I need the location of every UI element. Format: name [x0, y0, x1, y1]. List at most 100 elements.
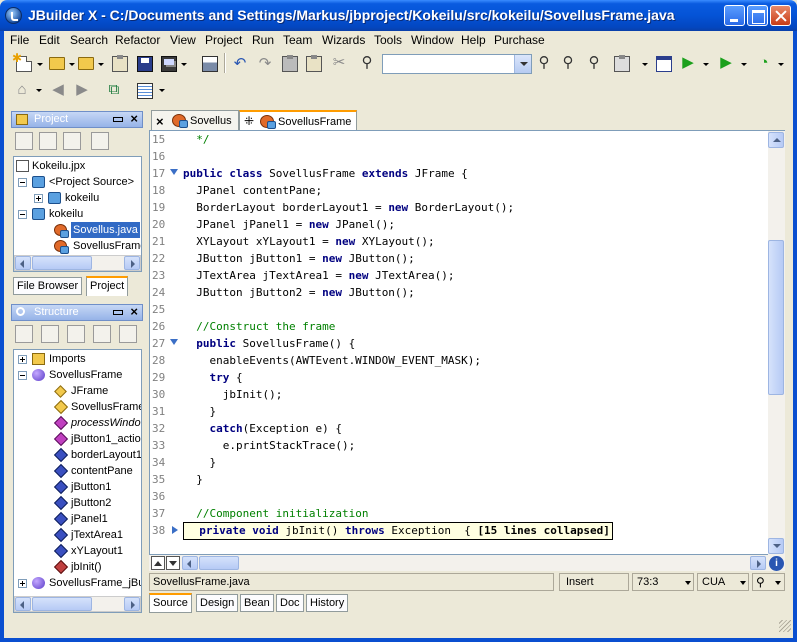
optimize-icon[interactable]: ◔ [756, 55, 772, 71]
status-position[interactable]: 73:3 [632, 573, 694, 591]
find-binoculars-icon[interactable]: ⚲ [359, 55, 375, 71]
jbuilder-app-icon[interactable] [5, 7, 22, 24]
new-dropdown-icon[interactable] [37, 63, 43, 66]
code-editor[interactable]: 15 */ 16 17 public class SovellusFrame exte… [149, 130, 785, 555]
refresh-icon[interactable] [91, 132, 109, 150]
reopen-folder-icon[interactable] [78, 57, 94, 70]
code-line[interactable]: 32 catch(Exception e) { [150, 420, 770, 437]
menu-edit[interactable]: Edit [39, 33, 60, 47]
add-files-icon[interactable] [15, 132, 33, 150]
print-icon[interactable] [202, 56, 218, 72]
close-panel-icon[interactable]: × [130, 111, 138, 126]
code-line[interactable]: 25 [150, 301, 770, 318]
code-line[interactable]: 35 } [150, 471, 770, 488]
sort-icon[interactable] [15, 325, 33, 343]
find-symbol-icon[interactable]: ⚲ [560, 55, 576, 71]
code-line[interactable]: 21 XYLayout xYLayout1 = new XYLayout(); [150, 233, 770, 250]
maximize-button[interactable] [747, 5, 768, 26]
browse-symbol-icon[interactable]: ⚲ [586, 55, 602, 71]
scroll-thumb[interactable] [199, 556, 239, 570]
menu-window[interactable]: Window [411, 33, 454, 47]
scroll-left-icon[interactable] [182, 556, 198, 570]
menu-refactor[interactable]: Refactor [115, 33, 160, 47]
search-combo[interactable] [382, 54, 532, 74]
remove-files-icon[interactable] [39, 132, 57, 150]
expand-icon[interactable] [18, 355, 27, 364]
sort-alpha-icon[interactable] [93, 325, 111, 343]
make-project-icon[interactable] [614, 55, 630, 72]
expand-icon[interactable] [34, 194, 43, 203]
structure-tree[interactable]: Imports SovellusFrame JFrame SovellusFra… [13, 349, 142, 613]
scroll-right-icon[interactable] [124, 256, 140, 270]
code-line[interactable]: 38 private void jbInit() throws Exceptio… [150, 522, 770, 540]
code-line[interactable]: 28 enableEvents(AWTEvent.WINDOW_EVENT_MA… [150, 352, 770, 369]
info-icon[interactable]: i [769, 556, 784, 571]
close-tab-icon[interactable]: × [156, 112, 164, 131]
tab-design[interactable]: Design [196, 594, 239, 612]
tab-history[interactable]: History [306, 594, 349, 612]
new-file-icon[interactable] [12, 51, 32, 72]
chevron-down-icon[interactable] [685, 581, 691, 585]
scroll-right-icon[interactable] [124, 597, 140, 611]
code-line[interactable]: 27 public SovellusFrame() { [150, 335, 770, 352]
project-tree-hscrollbar[interactable] [14, 255, 141, 271]
collapse-icon[interactable] [18, 371, 27, 380]
run-dropdown-icon[interactable] [703, 63, 709, 66]
code-line[interactable]: 34 } [150, 454, 770, 471]
code-line[interactable]: 23 JTextArea jTextArea1 = new JTextArea(… [150, 267, 770, 284]
tab-file-browser[interactable]: File Browser [13, 277, 83, 295]
menu-tools[interactable]: Tools [374, 33, 402, 47]
optimize-dropdown-icon[interactable] [778, 63, 784, 66]
code-line[interactable]: 18 JPanel contentPane; [150, 182, 770, 199]
run-window-icon[interactable] [656, 56, 672, 72]
cut-icon[interactable]: ✂ [331, 55, 347, 71]
editor-hscrollbar[interactable] [149, 555, 785, 571]
code-line[interactable]: 17 public class SovellusFrame extends JFr… [150, 165, 770, 182]
book-icon[interactable]: ⧉ [106, 82, 122, 98]
debug-icon[interactable]: ▶ [718, 55, 734, 71]
pin-icon[interactable] [113, 310, 123, 315]
code-line[interactable]: 30 jbInit(); [150, 386, 770, 403]
menu-team[interactable]: Team [283, 33, 312, 47]
status-mode[interactable]: Insert [559, 573, 629, 591]
menu-project[interactable]: Project [205, 33, 242, 47]
code-line[interactable]: 31 } [150, 403, 770, 420]
reopen-dropdown-icon[interactable] [98, 63, 104, 66]
tab-sovellus[interactable]: × Sovellus [151, 110, 239, 131]
previous-member-icon[interactable] [151, 556, 165, 570]
home-icon[interactable]: ⌂ [14, 82, 30, 98]
find-classes-icon[interactable]: ⚲ [536, 55, 552, 71]
close-project-icon[interactable] [63, 132, 81, 150]
scroll-thumb[interactable] [32, 256, 92, 270]
code-line[interactable]: 29 try { [150, 369, 770, 386]
code-line[interactable]: 22 JButton jButton1 = new JButton(); [150, 250, 770, 267]
chevron-down-icon[interactable] [740, 581, 746, 585]
resize-grip[interactable] [779, 620, 791, 632]
status-search[interactable]: ⚲ [752, 573, 785, 591]
tab-project[interactable]: Project [86, 276, 129, 296]
save-dropdown-icon[interactable] [181, 63, 187, 66]
tab-doc[interactable]: Doc [276, 594, 304, 612]
code-line[interactable]: 36 [150, 488, 770, 505]
home-dropdown-icon[interactable] [36, 89, 42, 92]
structure-panel-header[interactable]: Structure × [11, 304, 143, 321]
paste-icon[interactable] [306, 55, 322, 72]
code-line[interactable]: 15 */ [150, 131, 770, 148]
code-line[interactable]: 20 JPanel jPanel1 = new JPanel(); [150, 216, 770, 233]
scroll-left-icon[interactable] [15, 597, 31, 611]
chevron-down-icon[interactable] [514, 55, 531, 73]
pin-icon[interactable] [113, 117, 123, 122]
collapse-fold-icon[interactable] [170, 339, 178, 345]
close-button[interactable] [770, 5, 791, 26]
tab-source[interactable]: Source [149, 593, 192, 613]
undo-icon[interactable]: ↶ [232, 56, 248, 72]
scroll-thumb[interactable] [768, 240, 784, 395]
group-icon[interactable] [67, 325, 85, 343]
open-dropdown-icon[interactable] [69, 63, 75, 66]
menu-view[interactable]: View [170, 33, 196, 47]
open-folder-icon[interactable] [49, 57, 65, 70]
save-icon[interactable] [137, 56, 153, 72]
expand-fold-icon[interactable] [172, 526, 178, 534]
menu-search[interactable]: Search [70, 33, 108, 47]
workspace-dropdown-icon[interactable] [159, 89, 165, 92]
